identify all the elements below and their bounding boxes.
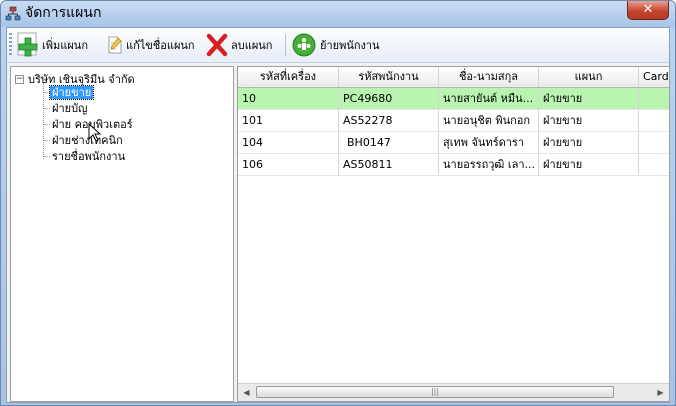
move-employee-button[interactable]: ย้ายพนักงาน [291,31,380,59]
add-department-button[interactable]: เพิ่มแผนก [17,31,88,59]
window-title: จัดการแผนก [25,5,102,21]
mouse-cursor-icon [88,123,102,142]
scroll-right-icon[interactable]: ▶ [652,384,669,401]
table-row[interactable]: 104 BH0147 สุเทพ จันทร์ดารา ฝ่ายขาย [238,132,669,154]
table-row[interactable]: 10 PC49680 นายสายันต์ หมืน... ฝ่ายขาย [238,88,669,110]
toolbar-separator [285,34,286,56]
cell-full-name: นายอนุชิต พินกอก [439,110,539,131]
tree-node-sales[interactable]: ฝ่ายขาย [44,84,95,100]
column-header-department[interactable]: แผนก [539,67,639,87]
edit-department-label: แก้ไขชื่อแผนก [126,39,195,52]
tree-node-technician[interactable]: ฝ่ายช่างเทคนิก [44,133,125,147]
employee-grid[interactable]: รหัสที่เครื่อง รหัสพนักงาน ชื่อ-นามสกุล … [237,66,670,402]
cell-card-number [639,88,669,109]
add-department-label: เพิ่มแผนก [42,39,88,52]
column-header-employee-id[interactable]: รหัสพนักงาน [339,67,439,87]
collapse-icon[interactable]: − [15,74,24,84]
cell-machine-id: 10 [238,88,339,109]
cell-department: ฝ่ายขาย [539,154,639,175]
cell-department: ฝ่ายขาย [539,88,639,109]
delete-department-button[interactable]: ลบแผนก [206,31,272,59]
main-window: จัดการแผนก ✕ เพิ่มแผนก แก้ไขชื่อแผนก ลบแ… [0,0,676,406]
cell-employee-id: PC49680 [339,88,439,109]
toolbar: เพิ่มแผนก แก้ไขชื่อแผนก ลบแผนก ย้ายพนักง… [7,28,669,63]
cell-full-name: สุเทพ จันทร์ดารา [439,132,539,153]
column-header-machine-id[interactable]: รหัสที่เครื่อง [238,67,339,87]
delete-department-label: ลบแผนก [231,39,273,52]
title-bar[interactable]: จัดการแผนก ✕ [1,1,675,27]
tree-node-accounting[interactable]: ฝ่ายบัญ [44,101,89,115]
client-area: เพิ่มแผนก แก้ไขชื่อแผนก ลบแผนก ย้ายพนักง… [6,27,670,403]
scroll-thumb[interactable]: ||| [256,386,614,398]
tree-node-employee-list[interactable]: รายชื่อพนักงาน [44,149,127,163]
close-button[interactable]: ✕ [627,1,669,20]
edit-department-button[interactable]: แก้ไขชื่อแผนก [107,31,195,59]
edit-document-icon [108,36,122,54]
horizontal-scrollbar[interactable]: ◀ ||| ▶ [238,383,669,401]
move-employee-label: ย้ายพนักงาน [320,39,380,52]
org-chart-icon [5,6,21,21]
cell-card-number [639,132,669,153]
cell-full-name: นายอรรถวุฒิ เลา... [439,154,539,175]
delete-x-icon [206,33,228,57]
cell-department: ฝ่ายขาย [539,110,639,131]
cell-machine-id: 104 [238,132,339,153]
cell-employee-id: AS50811 [339,154,439,175]
cell-machine-id: 106 [238,154,339,175]
column-header-card-number[interactable]: Card N [639,67,669,87]
cell-card-number [639,110,669,131]
cell-department: ฝ่ายขาย [539,132,639,153]
tree-node-label: ฝ่ายบัญ [52,101,88,115]
grid-header: รหัสที่เครื่อง รหัสพนักงาน ชื่อ-นามสกุล … [238,67,669,88]
move-employee-icon [292,33,316,57]
plus-icon [17,32,38,57]
tree-node-label: ฝ่ายขาย [48,84,95,100]
table-row[interactable]: 101 AS52278 นายอนุชิต พินกอก ฝ่ายขาย [238,110,669,132]
cell-card-number [639,154,669,175]
toolbar-grip[interactable] [9,33,12,57]
table-row[interactable]: 106 AS50811 นายอรรถวุฒิ เลา... ฝ่ายขาย [238,154,669,176]
cell-employee-id: BH0147 [339,132,439,153]
tree-node-label: รายชื่อพนักงาน [52,149,126,163]
department-tree[interactable]: − บริษัท เชินจุริมีน จำกัด ฝ่ายขาย ฝ่ายบ… [10,66,234,402]
column-header-full-name[interactable]: ชื่อ-นามสกุล [439,67,539,87]
cell-machine-id: 101 [238,110,339,131]
scroll-left-icon[interactable]: ◀ [238,384,255,401]
cell-full-name: นายสายันต์ หมืน... [439,88,539,109]
cell-employee-id: AS52278 [339,110,439,131]
